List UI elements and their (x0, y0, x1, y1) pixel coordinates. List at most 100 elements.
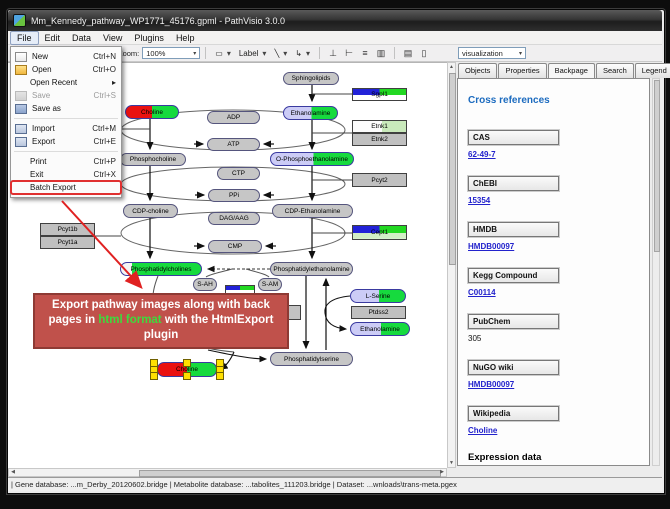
tab-backpage[interactable]: Backpage (548, 63, 595, 78)
connector-tool-icon: ↳ (295, 49, 302, 58)
backpage-link[interactable]: 15354 (468, 196, 649, 206)
import-icon (15, 124, 27, 134)
menu-item-print[interactable]: PrintCtrl+P (11, 155, 121, 168)
scroll-up-icon[interactable]: ▲ (448, 63, 455, 71)
node-ethanolamine[interactable]: Ethanolamine (350, 322, 410, 336)
no-icon (15, 158, 25, 166)
node-phosphatidylserine[interactable]: Phosphatidylserine (270, 352, 353, 366)
scroll-down-icon[interactable]: ▼ (448, 459, 455, 467)
menu-item-new[interactable]: NewCtrl+N (11, 50, 121, 63)
menu-item-batch-export[interactable]: Batch Export (11, 181, 121, 194)
scroll-left-icon[interactable]: ◀ (9, 469, 17, 476)
panel-scrollbar[interactable] (652, 78, 660, 466)
menubar-help[interactable]: Help (170, 32, 201, 44)
node-cdp-ethanolamine[interactable]: CDP-Ethanolamine (272, 204, 353, 218)
scroll-right-icon[interactable]: ▶ (438, 469, 446, 476)
backpage-link[interactable]: 62-49-7 (468, 150, 649, 160)
backpage-section-nugo-wiki: NuGO wikiHMDB00097 (468, 360, 649, 390)
backpage-link[interactable]: C00114 (468, 288, 649, 298)
menubar-plugins[interactable]: Plugins (128, 32, 170, 44)
no-icon (15, 79, 25, 87)
menu-item-save[interactable]: SaveCtrl+S (11, 89, 121, 102)
menubar-edit[interactable]: Edit (39, 32, 67, 44)
no-icon (15, 171, 25, 179)
backpage-link[interactable]: HMDB00097 (468, 242, 649, 252)
node-s-am[interactable]: S-AM (258, 278, 282, 291)
node-l-serine[interactable]: L-Serine (350, 289, 406, 303)
menu-item-export[interactable]: ExportCtrl+E (11, 135, 121, 148)
node-sphingolipids[interactable]: Sphingolipids (283, 72, 339, 85)
node-etnk2[interactable]: Etnk2 (352, 133, 407, 146)
backpage-title: Cross references (468, 95, 649, 106)
scrollbar-thumb[interactable] (449, 73, 456, 265)
node-o-phosphoethanolamine[interactable]: O-Phosphoethanolamine (270, 152, 354, 166)
selection-handle[interactable] (216, 372, 224, 380)
node-s-ah[interactable]: S-AH (193, 278, 217, 291)
node-choline[interactable]: Choline (125, 105, 179, 119)
node-phosphocholine[interactable]: Phosphocholine (120, 153, 186, 166)
save-as-icon (15, 104, 27, 114)
node-adp[interactable]: ADP (207, 111, 260, 124)
selection-handle[interactable] (150, 372, 158, 380)
node-etnk1[interactable]: Etnk1 (352, 120, 407, 133)
menubar-view[interactable]: View (97, 32, 128, 44)
zoom-combobox[interactable]: 100% ▾ (142, 47, 200, 59)
align-center-y-icon[interactable]: ⊢ (341, 48, 357, 59)
label-tool-button[interactable]: Label ▾ (236, 46, 270, 61)
selection-handle[interactable] (183, 359, 191, 367)
toolbar-separator (319, 47, 320, 59)
backpage-section-wikipedia: WikipediaCholine (468, 406, 649, 436)
line-tool-button[interactable]: ╲ ▾ (271, 46, 290, 61)
menu-item-open[interactable]: OpenCtrl+O (11, 63, 121, 76)
tab-properties[interactable]: Properties (498, 63, 546, 78)
new-doc-icon (15, 52, 27, 62)
node-choline[interactable]: Choline (157, 362, 217, 377)
tab-search[interactable]: Search (596, 63, 634, 78)
tab-objects[interactable]: Objects (458, 63, 497, 78)
node-dag-aag[interactable]: DAG/AAG (208, 212, 260, 225)
chevron-down-icon: ▾ (279, 49, 287, 58)
title-bar[interactable]: Mm_Kennedy_pathway_WP1771_45176.gpml - P… (8, 10, 662, 31)
backpage-section-hmdb: HMDBHMDB00097 (468, 222, 649, 252)
align-center-x-icon[interactable]: ⊥ (325, 48, 341, 59)
visualization-combobox[interactable]: visualization ▾ (458, 47, 526, 59)
node-ppi[interactable]: PPi (208, 189, 260, 202)
menu-item-import[interactable]: ImportCtrl+M (11, 122, 121, 135)
menu-item-open-recent[interactable]: Open Recent▸ (11, 76, 121, 89)
node-cept1[interactable]: Cept1 (352, 225, 407, 240)
selection-handle[interactable] (183, 372, 191, 380)
stack-vertical-icon[interactable]: ≡ (357, 48, 373, 58)
node-cmp[interactable]: CMP (208, 240, 262, 253)
menu-item-exit[interactable]: ExitCtrl+X (11, 168, 121, 181)
menu-item-save-as[interactable]: Save as (11, 102, 121, 115)
node-atp[interactable]: ATP (207, 138, 260, 151)
scrollbar-thumb[interactable] (139, 470, 441, 477)
distribute-icon[interactable]: ▤ (400, 48, 416, 59)
node-pcyt2[interactable]: Pcyt2 (352, 173, 407, 187)
canvas-horizontal-scrollbar[interactable]: ◀ ▶ (8, 468, 447, 477)
backpage-sections: CAS62-49-7ChEBI15354HMDBHMDB00097Kegg Co… (468, 130, 649, 436)
node-ctp[interactable]: CTP (217, 167, 260, 180)
node-phosphatidylethanolamine[interactable]: Phosphatidylethanolamine (270, 262, 353, 276)
backpage-section-kegg-compound: Kegg CompoundC00114 (468, 268, 649, 298)
backpage-link[interactable]: HMDB00097 (468, 380, 649, 390)
node-ethanolamine[interactable]: Ethanolamine (283, 106, 338, 120)
node-cdp-choline[interactable]: CDP-choline (123, 204, 178, 218)
connector-tool-button[interactable]: ↳ ▾ (292, 46, 313, 61)
page-setup-icon[interactable]: ▯ (416, 48, 432, 59)
node-phosphatidylcholines[interactable]: Phosphatidylcholines (120, 262, 202, 276)
toolbar-separator (394, 47, 395, 59)
no-icon (15, 184, 25, 192)
gene-tool-button[interactable]: ▭ ▾ (212, 46, 234, 61)
node-sgpl1[interactable]: Sgpl1 (352, 88, 407, 101)
node-pcyt1a[interactable]: Pcyt1a (40, 236, 95, 249)
menubar-file[interactable]: File (10, 31, 39, 45)
menubar-data[interactable]: Data (66, 32, 97, 44)
node-pcyt1b[interactable]: Pcyt1b (40, 223, 95, 236)
canvas-vertical-scrollbar[interactable]: ▲ ▼ (447, 62, 456, 468)
node-ptdss2[interactable]: Ptdss2 (351, 306, 406, 319)
tab-legend[interactable]: Legend (635, 63, 670, 78)
backpage-link[interactable]: Choline (468, 426, 649, 436)
stack-horizontal-icon[interactable]: ▥ (373, 48, 389, 59)
scrollbar-thumb[interactable] (654, 80, 660, 252)
